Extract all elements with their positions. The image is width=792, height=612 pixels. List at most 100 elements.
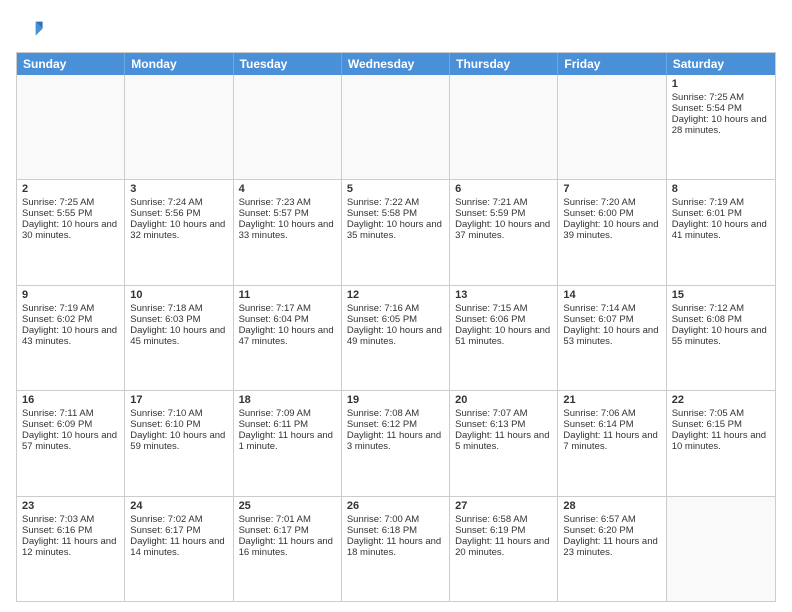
calendar-day-14: 14 Sunrise: 7:14 AM Sunset: 6:07 PM Dayli… — [558, 286, 666, 390]
calendar-day-2: 2 Sunrise: 7:25 AM Sunset: 5:55 PM Daylig… — [17, 180, 125, 284]
calendar-row: 2 Sunrise: 7:25 AM Sunset: 5:55 PM Daylig… — [17, 179, 775, 284]
day-number: 8 — [672, 183, 770, 195]
day-number: 21 — [563, 394, 660, 406]
day-info: Sunrise: 7:14 AM Sunset: 6:07 PM Dayligh… — [563, 303, 661, 347]
day-info: Sunrise: 7:09 AM Sunset: 6:11 PM Dayligh… — [239, 408, 336, 452]
calendar-row: 23 Sunrise: 7:03 AM Sunset: 6:16 PM Dayli… — [17, 496, 775, 601]
day-number: 6 — [455, 183, 552, 195]
calendar-day-1: 1Sunrise: 7:25 AM Sunset: 5:54 PM Daylig… — [667, 75, 775, 179]
calendar-empty-cell — [667, 497, 775, 601]
day-number: 24 — [130, 500, 227, 512]
logo — [16, 16, 48, 44]
page: SundayMondayTuesdayWednesdayThursdayFrid… — [0, 0, 792, 612]
weekday-header-saturday: Saturday — [667, 53, 775, 75]
calendar-day-24: 24 Sunrise: 7:02 AM Sunset: 6:17 PM Dayli… — [125, 497, 233, 601]
weekday-header-monday: Monday — [125, 53, 233, 75]
weekday-header-friday: Friday — [558, 53, 666, 75]
day-number: 16 — [22, 394, 119, 406]
header — [16, 16, 776, 44]
day-number: 23 — [22, 500, 119, 512]
day-info: Sunrise: 7:07 AM Sunset: 6:13 PM Dayligh… — [455, 408, 552, 452]
calendar-day-20: 20 Sunrise: 7:07 AM Sunset: 6:13 PM Dayli… — [450, 391, 558, 495]
day-number: 15 — [672, 289, 770, 301]
calendar-header: SundayMondayTuesdayWednesdayThursdayFrid… — [17, 53, 775, 75]
day-info: Sunrise: 7:25 AM Sunset: 5:55 PM Dayligh… — [22, 197, 120, 241]
day-info: Sunrise: 7:11 AM Sunset: 6:09 PM Dayligh… — [22, 408, 120, 452]
calendar-day-7: 7 Sunrise: 7:20 AM Sunset: 6:00 PM Daylig… — [558, 180, 666, 284]
day-number: 9 — [22, 289, 119, 301]
day-info: Sunrise: 7:12 AM Sunset: 6:08 PM Dayligh… — [672, 303, 770, 347]
day-number: 14 — [563, 289, 660, 301]
calendar-day-16: 16 Sunrise: 7:11 AM Sunset: 6:09 PM Dayli… — [17, 391, 125, 495]
day-number: 2 — [22, 183, 119, 195]
calendar-row: 9 Sunrise: 7:19 AM Sunset: 6:02 PM Daylig… — [17, 285, 775, 390]
day-number: 3 — [130, 183, 227, 195]
calendar-day-4: 4 Sunrise: 7:23 AM Sunset: 5:57 PM Daylig… — [234, 180, 342, 284]
day-info: Sunrise: 6:58 AM Sunset: 6:19 PM Dayligh… — [455, 514, 552, 558]
calendar-day-13: 13 Sunrise: 7:15 AM Sunset: 6:06 PM Dayli… — [450, 286, 558, 390]
calendar-day-9: 9 Sunrise: 7:19 AM Sunset: 6:02 PM Daylig… — [17, 286, 125, 390]
day-info: Sunrise: 7:01 AM Sunset: 6:17 PM Dayligh… — [239, 514, 336, 558]
day-info: Sunrise: 6:57 AM Sunset: 6:20 PM Dayligh… — [563, 514, 660, 558]
calendar-empty-cell — [125, 75, 233, 179]
day-number: 12 — [347, 289, 444, 301]
calendar-day-3: 3 Sunrise: 7:24 AM Sunset: 5:56 PM Daylig… — [125, 180, 233, 284]
calendar-day-18: 18 Sunrise: 7:09 AM Sunset: 6:11 PM Dayli… — [234, 391, 342, 495]
calendar-day-15: 15 Sunrise: 7:12 AM Sunset: 6:08 PM Dayli… — [667, 286, 775, 390]
day-info: Sunrise: 7:20 AM Sunset: 6:00 PM Dayligh… — [563, 197, 661, 241]
day-info: Sunrise: 7:19 AM Sunset: 6:02 PM Dayligh… — [22, 303, 120, 347]
day-info: Sunrise: 7:06 AM Sunset: 6:14 PM Dayligh… — [563, 408, 660, 452]
calendar-empty-cell — [558, 75, 666, 179]
calendar-day-26: 26 Sunrise: 7:00 AM Sunset: 6:18 PM Dayli… — [342, 497, 450, 601]
day-number: 7 — [563, 183, 660, 195]
day-number: 1 — [672, 78, 770, 90]
calendar-day-28: 28 Sunrise: 6:57 AM Sunset: 6:20 PM Dayli… — [558, 497, 666, 601]
day-info: Sunrise: 7:16 AM Sunset: 6:05 PM Dayligh… — [347, 303, 445, 347]
day-info: Sunrise: 7:05 AM Sunset: 6:15 PM Dayligh… — [672, 408, 769, 452]
calendar-day-23: 23 Sunrise: 7:03 AM Sunset: 6:16 PM Dayli… — [17, 497, 125, 601]
calendar-day-27: 27 Sunrise: 6:58 AM Sunset: 6:19 PM Dayli… — [450, 497, 558, 601]
day-info: Sunrise: 7:22 AM Sunset: 5:58 PM Dayligh… — [347, 197, 445, 241]
day-number: 20 — [455, 394, 552, 406]
day-number: 26 — [347, 500, 444, 512]
calendar-day-25: 25Sunrise: 7:01 AM Sunset: 6:17 PM Dayli… — [234, 497, 342, 601]
logo-icon — [16, 16, 44, 44]
day-info: Sunrise: 7:02 AM Sunset: 6:17 PM Dayligh… — [130, 514, 227, 558]
calendar-day-22: 22Sunrise: 7:05 AM Sunset: 6:15 PM Dayli… — [667, 391, 775, 495]
day-number: 5 — [347, 183, 444, 195]
day-number: 18 — [239, 394, 336, 406]
calendar-day-5: 5 Sunrise: 7:22 AM Sunset: 5:58 PM Daylig… — [342, 180, 450, 284]
calendar-day-8: 8 Sunrise: 7:19 AM Sunset: 6:01 PM Daylig… — [667, 180, 775, 284]
day-number: 4 — [239, 183, 336, 195]
day-number: 27 — [455, 500, 552, 512]
calendar-row: 1Sunrise: 7:25 AM Sunset: 5:54 PM Daylig… — [17, 75, 775, 179]
day-info: Sunrise: 7:18 AM Sunset: 6:03 PM Dayligh… — [130, 303, 228, 347]
day-info: Sunrise: 7:10 AM Sunset: 6:10 PM Dayligh… — [130, 408, 228, 452]
day-info: Sunrise: 7:23 AM Sunset: 5:57 PM Dayligh… — [239, 197, 337, 241]
day-number: 19 — [347, 394, 444, 406]
day-number: 13 — [455, 289, 552, 301]
weekday-header-thursday: Thursday — [450, 53, 558, 75]
calendar-empty-cell — [450, 75, 558, 179]
calendar-day-6: 6 Sunrise: 7:21 AM Sunset: 5:59 PM Daylig… — [450, 180, 558, 284]
calendar-day-11: 11Sunrise: 7:17 AM Sunset: 6:04 PM Dayli… — [234, 286, 342, 390]
calendar-day-12: 12 Sunrise: 7:16 AM Sunset: 6:05 PM Dayli… — [342, 286, 450, 390]
day-info: Sunrise: 7:21 AM Sunset: 5:59 PM Dayligh… — [455, 197, 553, 241]
day-info: Sunrise: 7:15 AM Sunset: 6:06 PM Dayligh… — [455, 303, 553, 347]
calendar-row: 16 Sunrise: 7:11 AM Sunset: 6:09 PM Dayli… — [17, 390, 775, 495]
day-number: 17 — [130, 394, 227, 406]
weekday-header-sunday: Sunday — [17, 53, 125, 75]
day-info: Sunrise: 7:00 AM Sunset: 6:18 PM Dayligh… — [347, 514, 444, 558]
day-number: 28 — [563, 500, 660, 512]
day-info: Sunrise: 7:19 AM Sunset: 6:01 PM Dayligh… — [672, 197, 770, 241]
calendar: SundayMondayTuesdayWednesdayThursdayFrid… — [16, 52, 776, 602]
calendar-empty-cell — [17, 75, 125, 179]
calendar-day-10: 10 Sunrise: 7:18 AM Sunset: 6:03 PM Dayli… — [125, 286, 233, 390]
day-number: 10 — [130, 289, 227, 301]
day-info: Sunrise: 7:17 AM Sunset: 6:04 PM Dayligh… — [239, 303, 337, 347]
calendar-empty-cell — [342, 75, 450, 179]
day-info: Sunrise: 7:24 AM Sunset: 5:56 PM Dayligh… — [130, 197, 228, 241]
weekday-header-wednesday: Wednesday — [342, 53, 450, 75]
calendar-day-17: 17 Sunrise: 7:10 AM Sunset: 6:10 PM Dayli… — [125, 391, 233, 495]
day-info: Sunrise: 7:03 AM Sunset: 6:16 PM Dayligh… — [22, 514, 119, 558]
